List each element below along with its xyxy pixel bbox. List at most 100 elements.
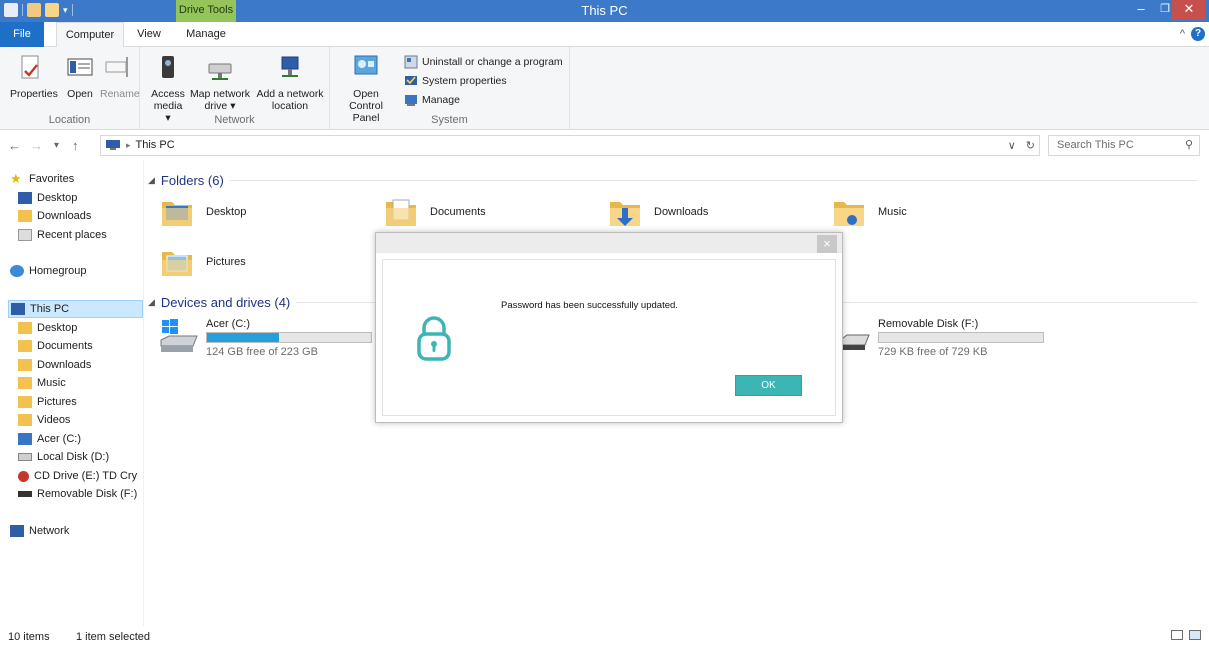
- system-properties-icon: [405, 76, 417, 85]
- ribbon: Properties Open Rename Location Access m…: [0, 47, 1209, 130]
- folder-documents[interactable]: Documents: [384, 196, 486, 228]
- drive-removable-f[interactable]: Removable Disk (F:) 729 KB free of 729 K…: [838, 318, 1048, 358]
- documents-folder-icon: [18, 340, 32, 352]
- nav-pc-pictures[interactable]: Pictures: [18, 393, 161, 411]
- dialog-body: Password has been successfully updated. …: [382, 259, 836, 416]
- rename-button[interactable]: Rename: [100, 51, 140, 100]
- tab-computer[interactable]: Computer: [56, 22, 124, 48]
- open-button[interactable]: Open: [66, 51, 94, 100]
- collapse-ribbon-icon[interactable]: ^: [1180, 28, 1185, 40]
- new-folder-icon[interactable]: [45, 3, 59, 17]
- nav-favorites-downloads[interactable]: Downloads: [18, 207, 161, 225]
- tab-file[interactable]: File: [0, 22, 44, 47]
- windows-drive-icon: [18, 433, 32, 445]
- nav-recent-places[interactable]: Recent places: [18, 226, 161, 244]
- system-group: Open Control Panel Uninstall or change a…: [330, 47, 570, 130]
- properties-button[interactable]: Properties: [10, 51, 58, 100]
- search-input[interactable]: Search This PC ⚲: [1048, 135, 1200, 156]
- videos-folder-icon: [18, 414, 32, 426]
- map-drive-icon: [208, 63, 232, 80]
- windows-drive-icon: [160, 319, 198, 352]
- tab-view[interactable]: View: [130, 22, 168, 47]
- breadcrumb-this-pc[interactable]: This PC: [136, 139, 175, 151]
- folder-music[interactable]: Music: [832, 196, 907, 228]
- folder-desktop[interactable]: Desktop: [160, 196, 246, 228]
- tab-manage[interactable]: Manage: [180, 22, 232, 47]
- recent-locations-button[interactable]: ▾: [54, 140, 59, 151]
- nav-cd-drive-e[interactable]: CD Drive (E:) TD Cry: [18, 467, 161, 485]
- lock-icon: [417, 316, 451, 361]
- homegroup-icon: [10, 265, 24, 277]
- computer-icon[interactable]: [4, 3, 18, 17]
- drive-f-usage-bar: [878, 332, 1044, 343]
- item-count: 10 items: [8, 631, 50, 643]
- dialog-close-button[interactable]: ×: [817, 235, 837, 253]
- customize-toolbar-icon[interactable]: ▾: [63, 5, 68, 16]
- dialog-header: ×: [376, 233, 842, 253]
- folder-downloads[interactable]: Downloads: [608, 196, 708, 228]
- removable-drive-icon: [18, 491, 32, 497]
- system-properties-button[interactable]: System properties: [404, 74, 507, 88]
- ribbon-tabs: File Computer View Manage ^ ?: [0, 22, 1209, 48]
- control-panel-icon: [354, 55, 378, 75]
- music-folder-icon: [834, 202, 864, 226]
- uninstall-program-button[interactable]: Uninstall or change a program: [404, 55, 563, 69]
- add-network-location-button[interactable]: Add a network location: [254, 51, 326, 112]
- nav-pc-music[interactable]: Music: [18, 374, 161, 392]
- search-icon: ⚲: [1184, 139, 1193, 151]
- address-row: ← → ▾ ↑ ▸ This PC ∨ ↻ Search This PC ⚲: [0, 131, 1209, 159]
- nav-homegroup[interactable]: Homegroup: [10, 262, 153, 280]
- nav-network[interactable]: Network: [10, 522, 153, 540]
- desktop-folder-icon: [18, 322, 32, 334]
- pictures-folder-icon: [162, 252, 192, 276]
- details-view-icon[interactable]: [1171, 630, 1183, 640]
- help-icon[interactable]: ?: [1191, 27, 1205, 41]
- large-icons-view-icon[interactable]: [1189, 630, 1201, 640]
- minimize-button[interactable]: –: [1128, 0, 1154, 20]
- drive-tools-context-label: Drive Tools: [176, 0, 236, 22]
- drive-c-usage-fill: [207, 333, 280, 342]
- desktop-folder-icon: [162, 202, 192, 226]
- nav-pc-videos[interactable]: Videos: [18, 411, 161, 429]
- forward-button[interactable]: →: [30, 138, 43, 153]
- nav-favorites-desktop[interactable]: Desktop: [18, 189, 161, 207]
- downloads-folder-icon: [610, 202, 640, 226]
- nav-pc-downloads[interactable]: Downloads: [18, 356, 161, 374]
- ok-button[interactable]: OK: [735, 375, 802, 396]
- drive-c-usage-bar: [206, 332, 372, 343]
- collapse-triangle-icon: ◢: [148, 296, 155, 307]
- refresh-icon[interactable]: ↻: [1026, 139, 1035, 152]
- this-pc-icon: [106, 140, 120, 150]
- manage-button[interactable]: Manage: [404, 93, 460, 107]
- divider: [229, 179, 1198, 181]
- open-icon: [67, 58, 93, 76]
- drive-acer-c[interactable]: Acer (C:) 124 GB free of 223 GB: [158, 318, 378, 358]
- map-network-drive-button[interactable]: Map network drive ▾: [188, 51, 252, 112]
- properties-icon: [21, 55, 39, 79]
- breadcrumb-separator-icon: ▸: [126, 139, 131, 150]
- uninstall-icon: [404, 55, 418, 69]
- this-pc-icon: [11, 303, 25, 315]
- star-icon: ★: [10, 171, 22, 186]
- address-bar[interactable]: ▸ This PC ∨ ↻: [100, 135, 1040, 156]
- rename-icon: [105, 57, 128, 77]
- nav-local-disk-d[interactable]: Local Disk (D:): [18, 448, 161, 466]
- nav-pc-documents[interactable]: Documents: [18, 337, 161, 355]
- title-bar: ▾ Drive Tools This PC – ❐ ✕: [0, 0, 1209, 22]
- folders-section-header[interactable]: ◢ Folders (6): [148, 170, 1198, 190]
- status-bar: 10 items 1 item selected: [0, 626, 1209, 646]
- nav-favorites[interactable]: ★ Favorites: [10, 170, 153, 188]
- nav-this-pc[interactable]: This PC: [8, 300, 143, 318]
- properties-icon[interactable]: [27, 3, 41, 17]
- nav-pc-desktop[interactable]: Desktop: [18, 319, 161, 337]
- back-button[interactable]: ←: [8, 138, 21, 153]
- up-button[interactable]: ↑: [72, 138, 79, 153]
- password-dialog: × Password has been successfully updated…: [375, 232, 843, 423]
- music-folder-icon: [18, 377, 32, 389]
- nav-acer-c[interactable]: Acer (C:): [18, 430, 161, 448]
- nav-removable-disk-f[interactable]: Removable Disk (F:): [18, 485, 161, 503]
- close-button[interactable]: ✕: [1172, 0, 1206, 20]
- folder-pictures[interactable]: Pictures: [160, 246, 246, 278]
- address-dropdown-icon[interactable]: ∨: [1008, 139, 1016, 152]
- system-group-label: System: [431, 114, 468, 126]
